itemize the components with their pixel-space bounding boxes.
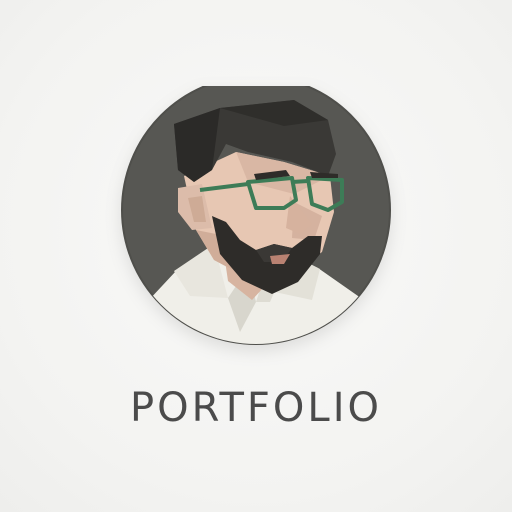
portfolio-title: PORTFOLIO [130, 385, 382, 431]
man-with-glasses-portrait-icon [121, 86, 391, 345]
portfolio-logo-card: PORTFOLIO [0, 0, 512, 512]
avatar [116, 86, 396, 346]
